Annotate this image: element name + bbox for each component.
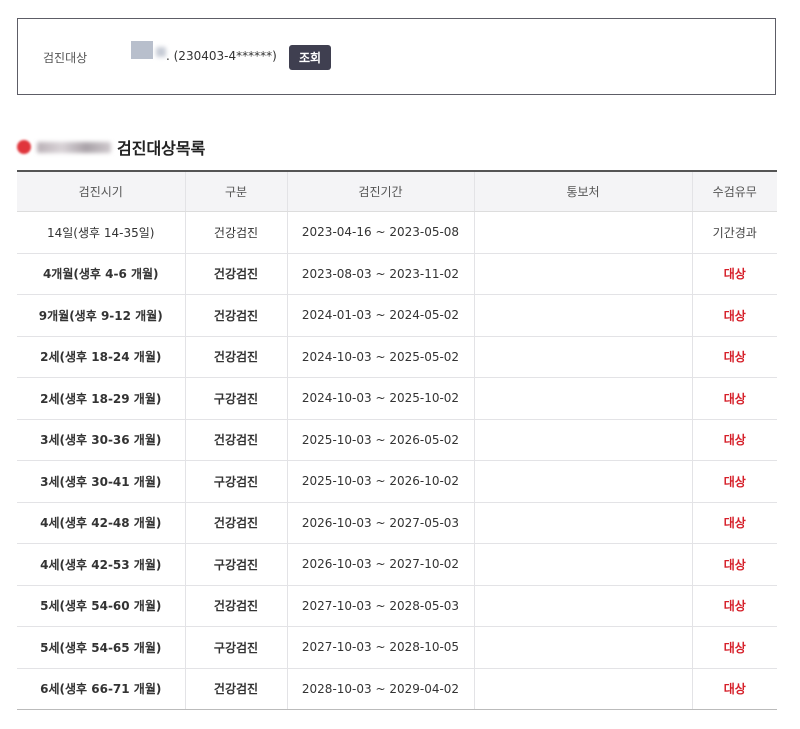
cell-notify <box>473 294 692 337</box>
cell-status: 대상 <box>691 460 777 503</box>
cell-range: 2025-10-03 ~ 2026-10-02 <box>286 460 474 503</box>
cell-status: 기간경과 <box>691 211 777 254</box>
cell-status: 대상 <box>691 626 777 669</box>
column-header-status: 수검유무 <box>691 171 777 212</box>
search-label: 검진대상 <box>43 51 88 65</box>
cell-type: 구강검진 <box>184 377 287 420</box>
cell-period: 5세(생후 54-60 개월) <box>17 585 185 627</box>
search-button[interactable]: 조회 <box>289 45 331 70</box>
cell-period: 4개월(생후 4-6 개월) <box>17 253 185 295</box>
cell-type: 건강검진 <box>184 668 287 710</box>
table-row: 2세(생후 18-24 개월) 건강검진 2024-10-03 ~ 2025-05-… <box>17 336 777 378</box>
cell-period: 6세(생후 66-71 개월) <box>17 668 185 710</box>
cell-period: 3세(생후 30-36 개월) <box>17 419 185 461</box>
cell-status: 대상 <box>691 336 777 378</box>
column-header-period: 검진시기 <box>17 171 185 212</box>
cell-range: 2027-10-03 ~ 2028-10-05 <box>286 626 474 669</box>
cell-type: 구강검진 <box>184 460 287 503</box>
cell-range: 2023-08-03 ~ 2023-11-02 <box>286 253 474 295</box>
cell-status: 대상 <box>691 668 777 710</box>
cell-type: 건강검진 <box>184 211 287 254</box>
cell-type: 건강검진 <box>184 585 287 627</box>
cell-range: 2026-10-03 ~ 2027-05-03 <box>286 502 474 544</box>
cell-range: 2025-10-03 ~ 2026-05-02 <box>286 419 474 461</box>
table-row: 3세(생후 30-36 개월) 건강검진 2025-10-03 ~ 2026-05-… <box>17 419 777 461</box>
cell-range: 2026-10-03 ~ 2027-10-02 <box>286 543 474 586</box>
checkup-table: 검진시기 구분 검진기간 통보처 수검유무 14일(생후 14-35일) 건강검진… <box>17 170 777 710</box>
table-row: 6세(생후 66-71 개월) 건강검진 2028-10-03 ~ 2029-04-… <box>17 668 777 710</box>
cell-period: 2세(생후 18-29 개월) <box>17 377 185 420</box>
cell-type: 구강검진 <box>184 543 287 586</box>
cell-type: 건강검진 <box>184 253 287 295</box>
cell-period: 9개월(생후 9-12 개월) <box>17 294 185 337</box>
cell-status: 대상 <box>691 502 777 544</box>
cell-notify <box>473 502 692 544</box>
patient-id: . (230403-4******) <box>166 49 277 63</box>
column-header-type: 구분 <box>184 171 287 212</box>
table-row: 9개월(생후 9-12 개월) 건강검진 2024-01-03 ~ 2024-05-… <box>17 294 777 337</box>
table-row: 4세(생후 42-53 개월) 구강검진 2026-10-03 ~ 2027-10-… <box>17 543 777 586</box>
cell-status: 대상 <box>691 253 777 295</box>
table-row: 3세(생후 30-41 개월) 구강검진 2025-10-03 ~ 2026-10-… <box>17 460 777 503</box>
table-row: 5세(생후 54-60 개월) 건강검진 2027-10-03 ~ 2028-05-… <box>17 585 777 627</box>
table-row: 4세(생후 42-48 개월) 건강검진 2026-10-03 ~ 2027-05-… <box>17 502 777 544</box>
cell-notify <box>473 253 692 295</box>
cell-status: 대상 <box>691 585 777 627</box>
cell-range: 2024-10-03 ~ 2025-10-02 <box>286 377 474 420</box>
cell-notify <box>473 460 692 503</box>
patient-name-blur <box>156 47 166 57</box>
table-row: 2세(생후 18-29 개월) 구강검진 2024-10-03 ~ 2025-10-… <box>17 377 777 420</box>
cell-notify <box>473 211 692 254</box>
patient-name-mask <box>131 41 153 59</box>
search-panel: 검진대상 . (230403-4******) 조회 <box>17 18 776 95</box>
cell-range: 2023-04-16 ~ 2023-05-08 <box>286 211 474 254</box>
cell-status: 대상 <box>691 294 777 337</box>
cell-notify <box>473 419 692 461</box>
cell-status: 대상 <box>691 419 777 461</box>
cell-notify <box>473 543 692 586</box>
cell-type: 건강검진 <box>184 502 287 544</box>
column-header-range: 검진기간 <box>286 171 474 212</box>
bullet-icon <box>17 140 31 154</box>
cell-status: 대상 <box>691 377 777 420</box>
table-row: 14일(생후 14-35일) 건강검진 2023-04-16 ~ 2023-05-0… <box>17 211 777 254</box>
list-title: 검진대상목록 <box>117 139 206 158</box>
cell-notify <box>473 626 692 669</box>
cell-period: 2세(생후 18-24 개월) <box>17 336 185 378</box>
cell-notify <box>473 336 692 378</box>
table-row: 4개월(생후 4-6 개월) 건강검진 2023-08-03 ~ 2023-11-0… <box>17 253 777 295</box>
cell-type: 건강검진 <box>184 294 287 337</box>
table-row: 5세(생후 54-65 개월) 구강검진 2027-10-03 ~ 2028-10-… <box>17 626 777 669</box>
list-heading: 검진대상목록 <box>17 136 205 158</box>
cell-period: 5세(생후 54-65 개월) <box>17 626 185 669</box>
cell-notify <box>473 377 692 420</box>
cell-type: 건강검진 <box>184 419 287 461</box>
cell-period: 4세(생후 42-53 개월) <box>17 543 185 586</box>
cell-period: 4세(생후 42-48 개월) <box>17 502 185 544</box>
cell-status: 대상 <box>691 543 777 586</box>
column-header-notify: 통보처 <box>473 171 692 212</box>
checkup-table-wrap: 검진시기 구분 검진기간 통보처 수검유무 14일(생후 14-35일) 건강검진… <box>17 170 777 710</box>
cell-type: 구강검진 <box>184 626 287 669</box>
cell-notify <box>473 668 692 710</box>
cell-period: 3세(생후 30-41 개월) <box>17 460 185 503</box>
cell-range: 2028-10-03 ~ 2029-04-02 <box>286 668 474 710</box>
cell-type: 건강검진 <box>184 336 287 378</box>
patient-name-blur <box>37 141 111 153</box>
cell-range: 2027-10-03 ~ 2028-05-03 <box>286 585 474 627</box>
cell-range: 2024-01-03 ~ 2024-05-02 <box>286 294 474 337</box>
cell-range: 2024-10-03 ~ 2025-05-02 <box>286 336 474 378</box>
cell-notify <box>473 585 692 627</box>
cell-period: 14일(생후 14-35일) <box>17 211 185 254</box>
table-header-row: 검진시기 구분 검진기간 통보처 수검유무 <box>17 171 777 212</box>
